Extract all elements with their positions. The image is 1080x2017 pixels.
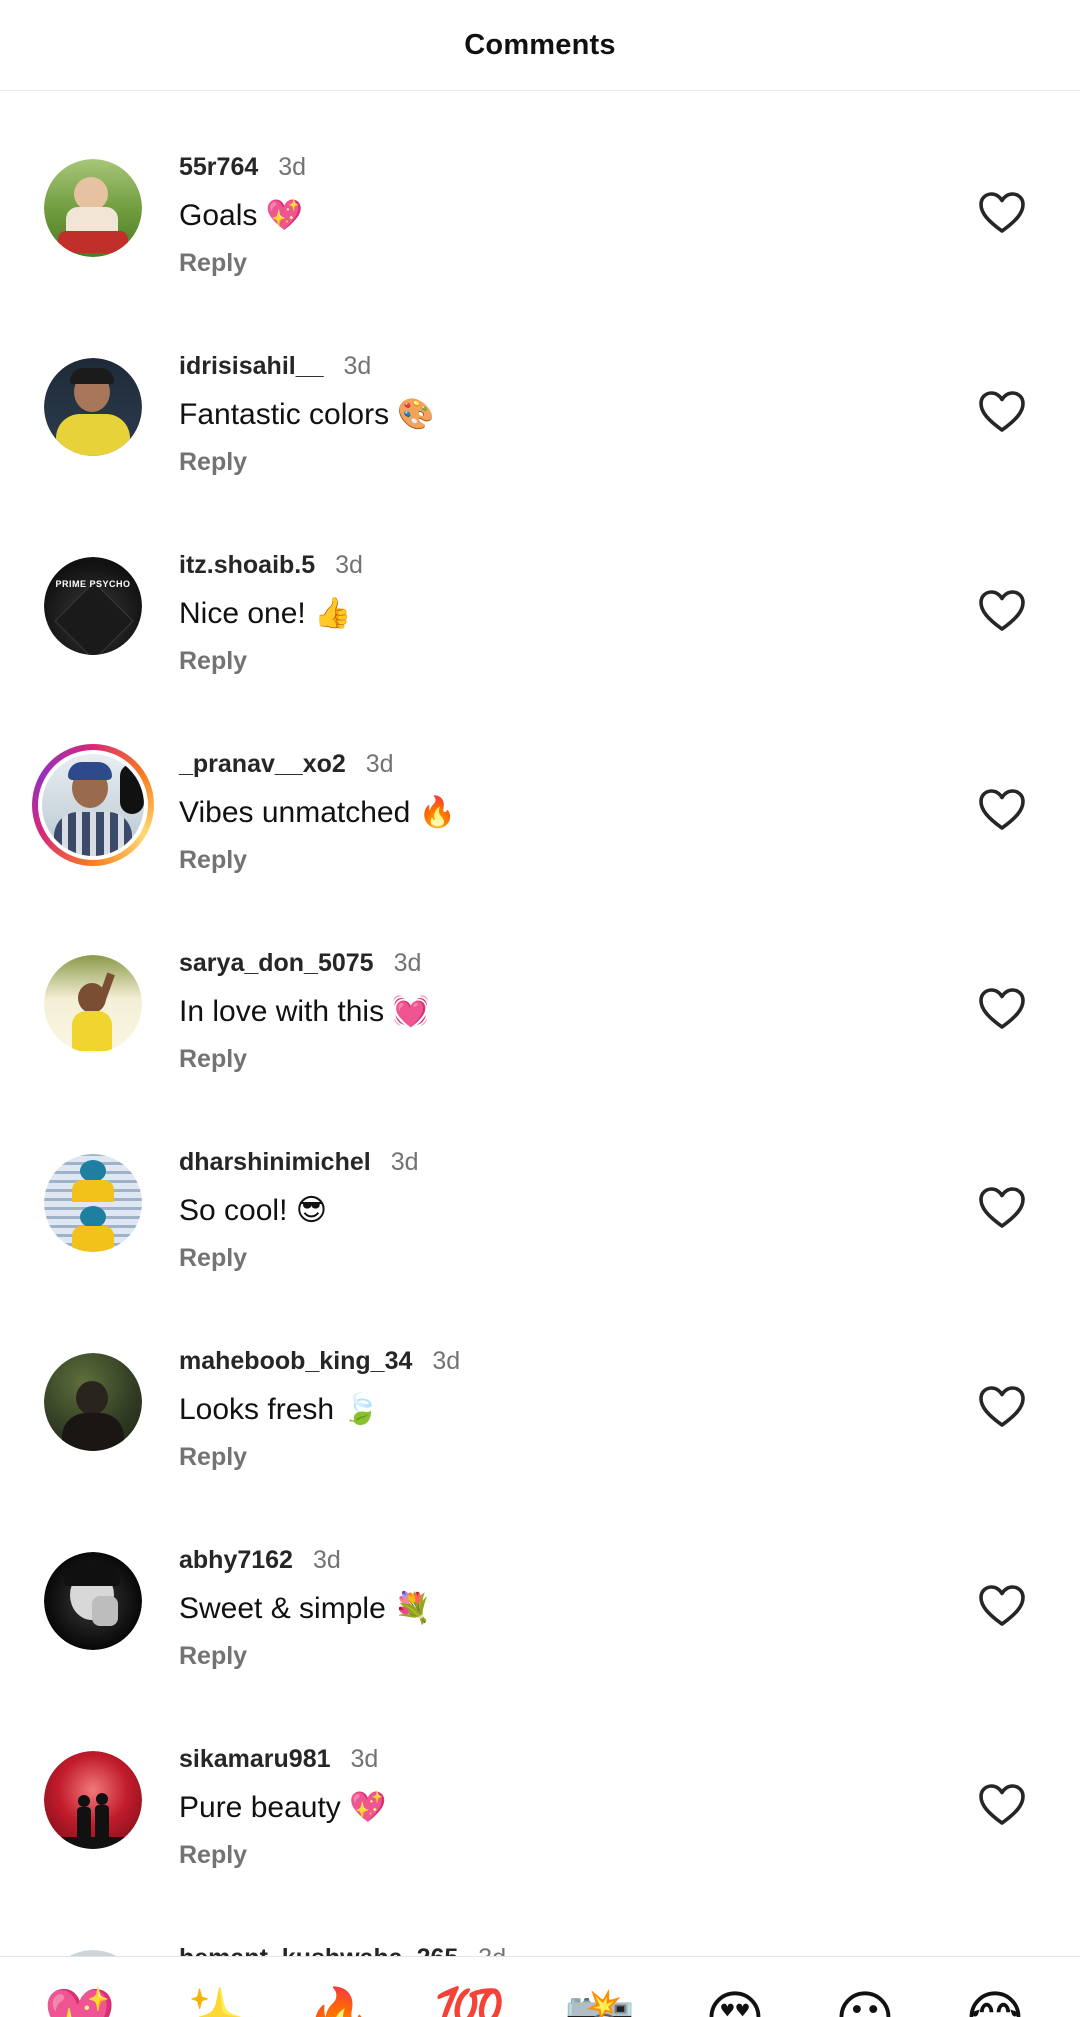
reply-button[interactable]: Reply: [179, 249, 247, 278]
comment-text: Vibes unmatched 🔥: [179, 796, 456, 829]
heart-outline-icon[interactable]: [978, 1186, 1026, 1230]
comment-item: dharshinimichel 3d So cool! 😎 Reply: [0, 1086, 1080, 1285]
heart-outline-icon[interactable]: [978, 1584, 1026, 1628]
comment-meta: idrisisahil__ 3d: [179, 352, 371, 381]
heart-outline-icon[interactable]: [978, 788, 1026, 832]
comment-time: 3d: [393, 949, 422, 977]
avatar[interactable]: PRIME PSYCHO: [44, 557, 142, 655]
comments-header: Comments: [0, 0, 1080, 91]
avatar[interactable]: [44, 1353, 142, 1451]
comment-item: abhy7162 3d Sweet & simple 💐 Reply: [0, 1484, 1080, 1683]
comment-text: Fantastic colors 🎨: [179, 398, 435, 431]
comment-text: So cool! 😎: [179, 1194, 328, 1227]
comment-meta: itz.shoaib.5 3d: [179, 551, 363, 580]
reply-button[interactable]: Reply: [179, 1642, 247, 1671]
heart-outline-icon[interactable]: [978, 1783, 1026, 1827]
comment-item: maheboob_king_34 3d Looks fresh 🍃 Reply: [0, 1285, 1080, 1484]
comment-text: Sweet & simple 💐: [179, 1592, 432, 1625]
avatar[interactable]: [44, 1154, 142, 1252]
comment-item: idrisisahil__ 3d Fantastic colors 🎨 Repl…: [0, 290, 1080, 489]
comment-item: 55r764 3d Goals 💖 Reply: [0, 91, 1080, 290]
comment-username[interactable]: abhy7162: [179, 1546, 293, 1575]
comments-sheet: Comments 55r764 3d Goals 💖 Reply idrisis…: [0, 0, 1080, 2017]
heart-outline-icon[interactable]: [978, 390, 1026, 434]
avatar: [38, 750, 148, 860]
comment-text: Looks fresh 🍃: [179, 1393, 380, 1426]
comment-time: 3d: [432, 1347, 461, 1375]
comment-meta: 55r764 3d: [179, 153, 306, 182]
comments-list[interactable]: 55r764 3d Goals 💖 Reply idrisisahil__ 3d: [0, 91, 1080, 1956]
heart-outline-icon[interactable]: [978, 589, 1026, 633]
comment-text: Nice one! 👍: [179, 597, 352, 630]
emoji-joy[interactable]: 😂: [955, 1979, 1035, 2017]
comment-item: sarya_don_5075 3d In love with this 💓 Re…: [0, 887, 1080, 1086]
emoji-reaction-bar: 💖 ✨ 🔥 💯 📸 😍 😃 😂: [0, 1956, 1080, 2017]
comment-meta: abhy7162 3d: [179, 1546, 341, 1575]
emoji-sparkling-heart[interactable]: 💖: [40, 1979, 120, 2017]
comment-meta: dharshinimichel 3d: [179, 1148, 419, 1177]
comment-username[interactable]: sikamaru981: [179, 1745, 331, 1774]
emoji-heart-eyes[interactable]: 😍: [695, 1979, 775, 2017]
comment-item: PRIME PSYCHO itz.shoaib.5 3d Nice one! 👍…: [0, 489, 1080, 688]
comment-time: 3d: [390, 1148, 419, 1176]
avatar[interactable]: [44, 159, 142, 257]
comment-username[interactable]: sarya_don_5075: [179, 949, 374, 978]
comment-meta: hemant_kushwaha_265 3d: [179, 1944, 506, 1956]
comment-time: 3d: [278, 153, 307, 181]
comment-meta: sarya_don_5075 3d: [179, 949, 421, 978]
comment-username[interactable]: hemant_kushwaha_265: [179, 1944, 458, 1956]
comment-time: 3d: [478, 1944, 506, 1956]
comment-meta: maheboob_king_34 3d: [179, 1347, 460, 1376]
heart-outline-icon[interactable]: [978, 1385, 1026, 1429]
reply-button[interactable]: Reply: [179, 1244, 247, 1273]
reply-button[interactable]: Reply: [179, 1045, 247, 1074]
comment-username[interactable]: dharshinimichel: [179, 1148, 371, 1177]
comment-text: Goals 💖: [179, 199, 304, 232]
avatar-logo-text: PRIME PSYCHO: [55, 579, 131, 589]
avatar-story-ring[interactable]: [32, 744, 154, 866]
emoji-camera-flash[interactable]: 📸: [560, 1979, 640, 2017]
comment-meta: _pranav__xo2 3d: [179, 750, 394, 779]
header-title: Comments: [464, 28, 616, 61]
reply-button[interactable]: Reply: [179, 1443, 247, 1472]
comment-text: In love with this 💓: [179, 995, 430, 1028]
emoji-hundred[interactable]: 💯: [430, 1979, 510, 2017]
avatar[interactable]: [44, 955, 142, 1053]
comment-item: hemant_kushwaha_265 3d: [0, 1882, 1080, 1956]
avatar[interactable]: [44, 358, 142, 456]
comment-time: 3d: [365, 750, 394, 778]
comment-username[interactable]: idrisisahil__: [179, 352, 324, 381]
avatar[interactable]: [44, 1751, 142, 1849]
comment-time: 3d: [343, 352, 372, 380]
heart-outline-icon[interactable]: [978, 191, 1026, 235]
comment-username[interactable]: 55r764: [179, 153, 258, 182]
comment-item: _pranav__xo2 3d Vibes unmatched 🔥 Reply: [0, 688, 1080, 887]
reply-button[interactable]: Reply: [179, 846, 247, 875]
emoji-grinning[interactable]: 😃: [825, 1979, 905, 2017]
reply-button[interactable]: Reply: [179, 1841, 247, 1870]
comment-meta: sikamaru981 3d: [179, 1745, 378, 1774]
reply-button[interactable]: Reply: [179, 448, 247, 477]
comment-text: Pure beauty 💖: [179, 1791, 387, 1824]
reply-button[interactable]: Reply: [179, 647, 247, 676]
comment-username[interactable]: _pranav__xo2: [179, 750, 346, 779]
comment-time: 3d: [350, 1745, 379, 1773]
comment-time: 3d: [312, 1546, 341, 1574]
emoji-sparkles[interactable]: ✨: [170, 1979, 250, 2017]
comment-item: sikamaru981 3d Pure beauty 💖 Reply: [0, 1683, 1080, 1882]
heart-outline-icon[interactable]: [978, 987, 1026, 1031]
avatar[interactable]: [44, 1552, 142, 1650]
emoji-fire[interactable]: 🔥: [300, 1979, 380, 2017]
comment-username[interactable]: itz.shoaib.5: [179, 551, 315, 580]
comment-time: 3d: [335, 551, 363, 579]
comment-username[interactable]: maheboob_king_34: [179, 1347, 412, 1376]
